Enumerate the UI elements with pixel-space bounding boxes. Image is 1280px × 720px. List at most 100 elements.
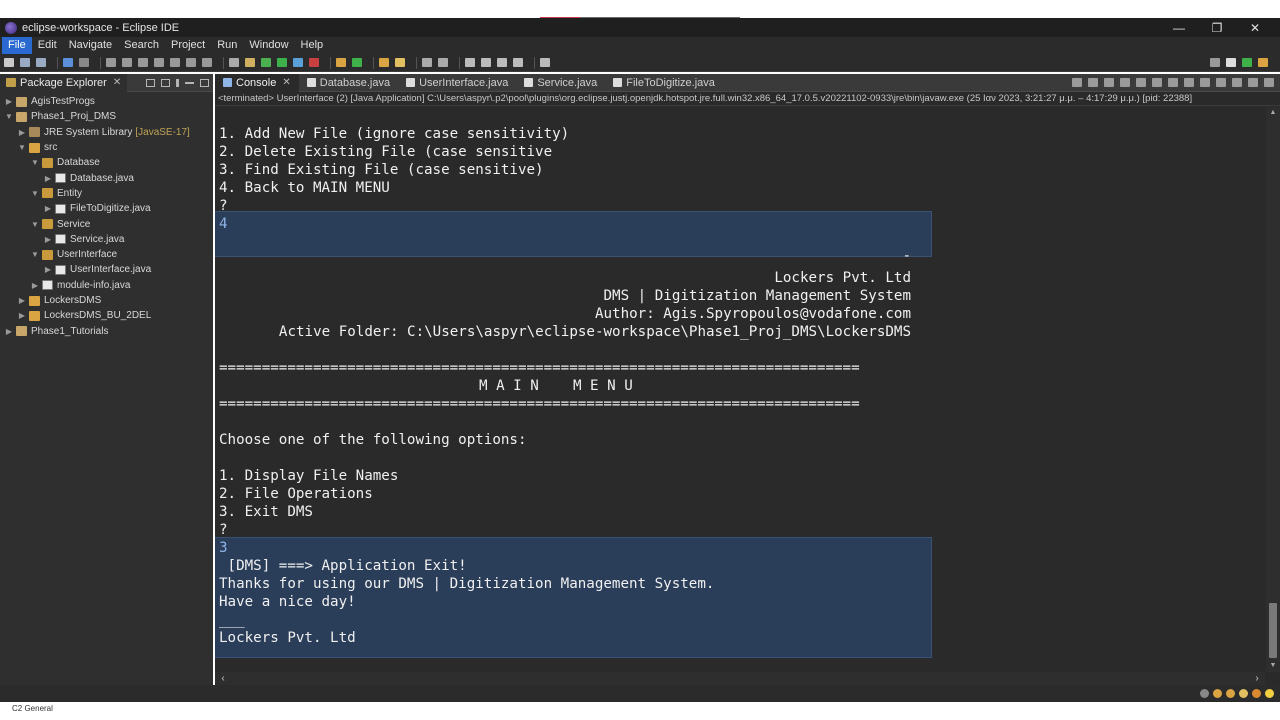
settings-icon[interactable] <box>1252 689 1261 698</box>
tree-item-phase1-proj-dms[interactable]: ▼ Phase1_Proj_DMS <box>0 109 213 124</box>
scroll-up-icon[interactable]: ▲ <box>1266 107 1280 119</box>
chevron-right-icon[interactable]: ▶ <box>17 311 27 320</box>
word-wrap-icon[interactable] <box>1152 78 1162 87</box>
terminate-icon[interactable] <box>1072 78 1082 87</box>
menu-help[interactable]: Help <box>295 37 330 54</box>
tree-item-filetodigitize-java[interactable]: ▶ FileToDigitize.java <box>0 201 213 216</box>
menu-file[interactable]: File <box>2 37 32 54</box>
maximize-icon[interactable]: ❐ <box>1198 18 1236 37</box>
tree-item-userinterface[interactable]: ▼ UserInterface <box>0 247 213 262</box>
tree-item-entity[interactable]: ▼ Entity <box>0 186 213 201</box>
progress-icon[interactable] <box>1200 689 1209 698</box>
notification-icon[interactable] <box>1213 689 1222 698</box>
minimize-icon[interactable] <box>1248 78 1258 87</box>
menu-search[interactable]: Search <box>118 37 165 54</box>
scroll-left-icon[interactable]: ‹ <box>217 672 229 685</box>
open-console-icon[interactable] <box>1232 78 1242 87</box>
chevron-right-icon[interactable]: ▶ <box>30 281 40 290</box>
skip-breakpoints-icon[interactable] <box>79 58 89 67</box>
tab-service-java[interactable]: Service.java <box>516 74 605 92</box>
menu-window[interactable]: Window <box>243 37 294 54</box>
close-icon[interactable]: ✕ <box>1236 18 1274 37</box>
java-perspective-icon[interactable] <box>1242 58 1252 67</box>
save-icon[interactable] <box>20 58 30 67</box>
tab-package-explorer[interactable]: Package Explorer ✕ <box>0 73 128 92</box>
tab-filetodigitize-java[interactable]: FileToDigitize.java <box>605 74 723 92</box>
new-class-icon[interactable] <box>352 58 362 67</box>
chevron-down-icon[interactable]: ▼ <box>4 112 14 121</box>
edit-icon[interactable] <box>1239 689 1248 698</box>
tree-item-agistestprogs[interactable]: ▶ AgisTestProgs <box>0 94 213 109</box>
tab-database-java[interactable]: Database.java <box>299 74 398 92</box>
forward-icon[interactable] <box>481 58 491 67</box>
open-perspective-icon[interactable] <box>1226 58 1236 67</box>
show-on-output-icon[interactable] <box>1168 78 1178 87</box>
chevron-right-icon[interactable]: ▶ <box>43 235 53 244</box>
new-java-project-icon[interactable] <box>245 58 255 67</box>
scroll-down-icon[interactable]: ▼ <box>1266 660 1280 672</box>
scrollbar-thumb[interactable] <box>1269 603 1277 658</box>
display-console-icon[interactable] <box>1216 78 1226 87</box>
remove-launch-icon[interactable] <box>1088 78 1098 87</box>
scroll-right-icon[interactable]: › <box>1251 672 1263 685</box>
chevron-down-icon[interactable]: ▼ <box>30 189 40 198</box>
tab-userinterface-java[interactable]: UserInterface.java <box>398 74 516 92</box>
tree-item-phase1-tutorials[interactable]: ▶ Phase1_Tutorials <box>0 323 213 338</box>
chevron-down-icon[interactable]: ▼ <box>30 250 40 259</box>
chevron-down-icon[interactable]: ▼ <box>30 158 40 167</box>
tree-item-lockersdms[interactable]: ▶ LockersDMS <box>0 293 213 308</box>
close-icon[interactable]: ✕ <box>113 77 121 88</box>
external-tools-icon[interactable] <box>309 58 319 67</box>
collapse-all-icon[interactable] <box>146 78 155 87</box>
disconnect-icon[interactable] <box>154 58 164 67</box>
open-task-icon[interactable] <box>395 58 405 67</box>
next-icon[interactable] <box>513 58 523 67</box>
tab-console[interactable]: Console ✕ <box>215 73 299 92</box>
tree-item-database[interactable]: ▼ Database <box>0 155 213 170</box>
tree-item-service-java[interactable]: ▶ Service.java <box>0 232 213 247</box>
run-icon[interactable] <box>277 58 287 67</box>
tip-icon[interactable] <box>1265 689 1274 698</box>
next-annotation-icon[interactable] <box>422 58 432 67</box>
maximize-icon[interactable] <box>1264 78 1274 87</box>
remove-all-icon[interactable] <box>1104 78 1114 87</box>
pin-console-icon[interactable] <box>1200 78 1210 87</box>
menu-project[interactable]: Project <box>165 37 211 54</box>
search-icon[interactable] <box>1210 58 1220 67</box>
back-icon[interactable] <box>465 58 475 67</box>
menu-edit[interactable]: Edit <box>32 37 63 54</box>
debug-icon[interactable] <box>261 58 271 67</box>
console-output[interactable]: 1. Add New File (ignore case sensitivity… <box>215 107 1265 672</box>
close-icon[interactable]: ✕ <box>282 77 290 88</box>
pin-editor-icon[interactable] <box>540 58 550 67</box>
tree-item-userinterface-java[interactable]: ▶ UserInterface.java <box>0 262 213 277</box>
chevron-right-icon[interactable]: ▶ <box>43 174 53 183</box>
link-with-editor-icon[interactable] <box>161 78 170 87</box>
step-into-icon[interactable] <box>170 58 180 67</box>
tree-item-lockersdms-bu[interactable]: ▶ LockersDMS_BU_2DEL <box>0 308 213 323</box>
open-type-icon[interactable] <box>379 58 389 67</box>
view-menu-icon[interactable] <box>176 78 179 87</box>
tree-item-jre-library[interactable]: ▶ JRE System Library [JavaSE-17] <box>0 125 213 140</box>
suspend-icon[interactable] <box>122 58 132 67</box>
menu-navigate[interactable]: Navigate <box>63 37 118 54</box>
resume-icon[interactable] <box>106 58 116 67</box>
clear-console-icon[interactable] <box>1120 78 1130 87</box>
chevron-right-icon[interactable]: ▶ <box>17 296 27 305</box>
last-edit-icon[interactable] <box>497 58 507 67</box>
show-on-error-icon[interactable] <box>1184 78 1194 87</box>
menu-run[interactable]: Run <box>211 37 243 54</box>
tree-item-module-info[interactable]: ▶ module-info.java <box>0 278 213 293</box>
chevron-right-icon[interactable]: ▶ <box>4 97 14 106</box>
chevron-right-icon[interactable]: ▶ <box>17 128 27 137</box>
chevron-down-icon[interactable]: ▼ <box>17 143 27 152</box>
chevron-right-icon[interactable]: ▶ <box>43 265 53 274</box>
new-package-icon[interactable] <box>336 58 346 67</box>
tree-item-database-java[interactable]: ▶ Database.java <box>0 170 213 185</box>
step-return-icon[interactable] <box>202 58 212 67</box>
minimize-icon[interactable] <box>185 81 194 84</box>
terminal-icon[interactable] <box>63 58 73 67</box>
new-icon[interactable] <box>4 58 14 67</box>
maximize-icon[interactable] <box>200 78 209 87</box>
tree-item-src[interactable]: ▼ src <box>0 140 213 155</box>
